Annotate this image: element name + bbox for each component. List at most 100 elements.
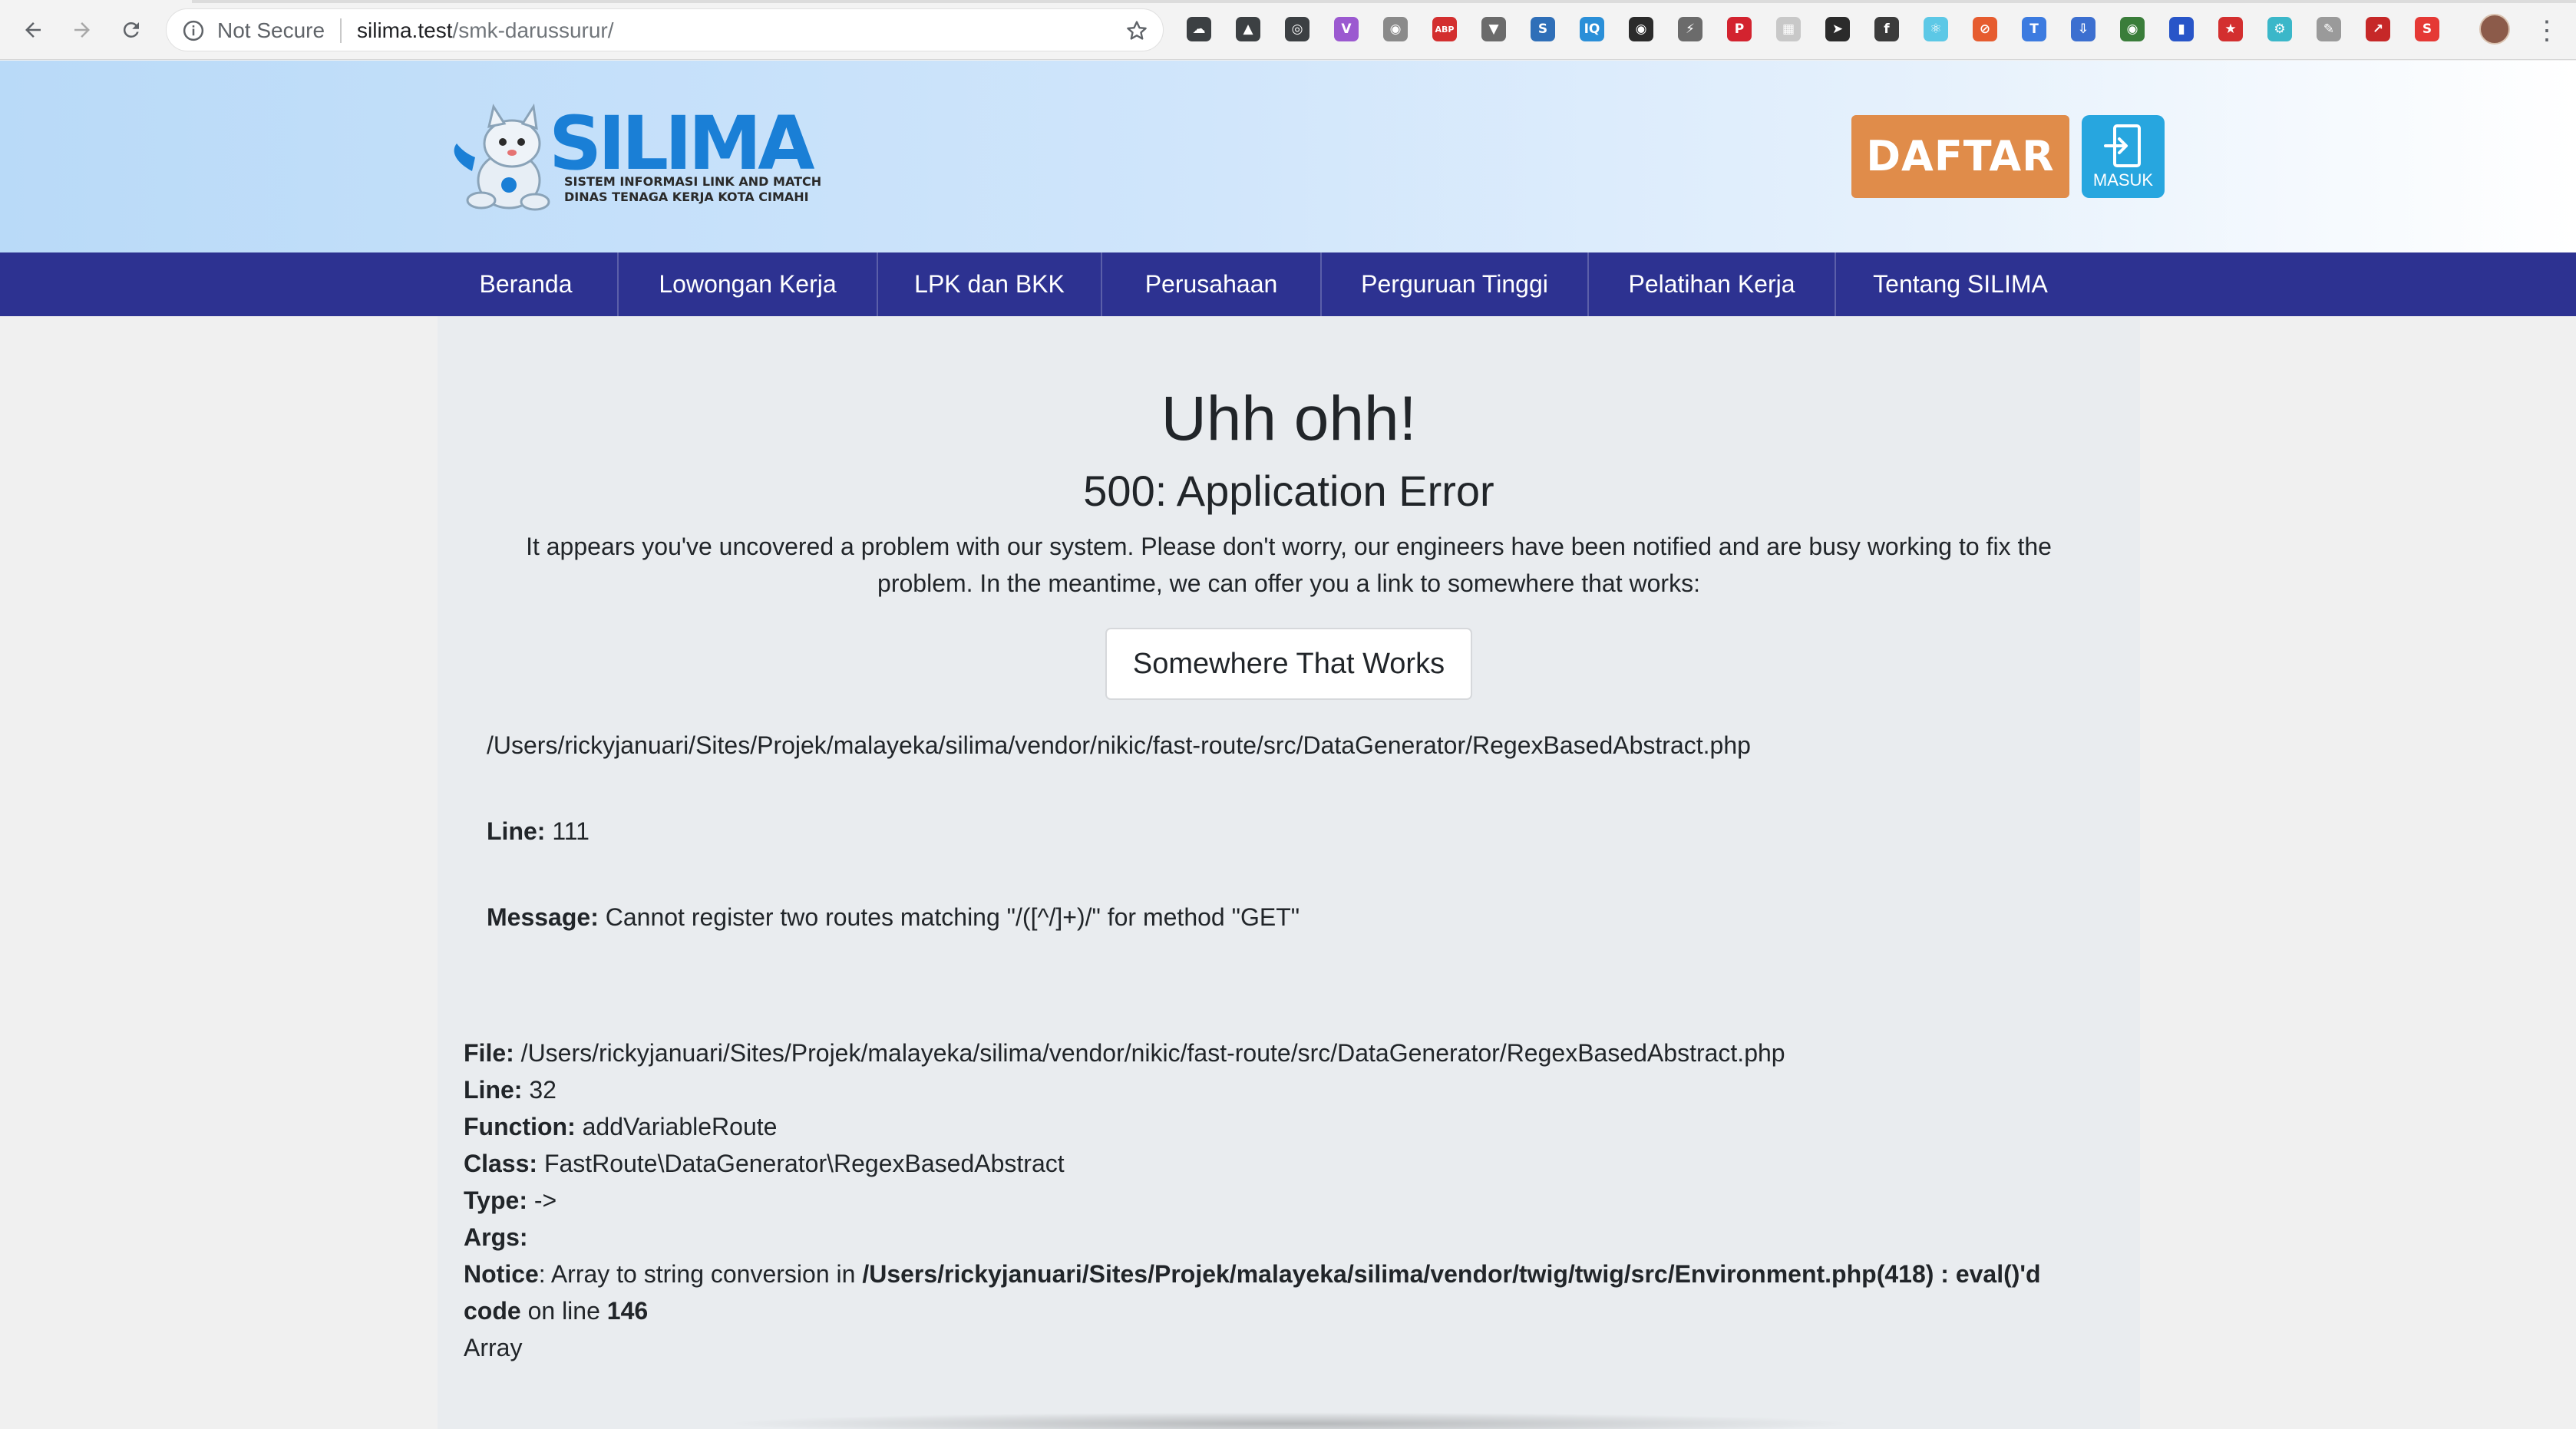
info-icon[interactable]: [182, 19, 205, 42]
block-ext-icon[interactable]: ⊘: [1973, 17, 1997, 41]
gear-ext-icon[interactable]: ⚙: [2267, 17, 2292, 41]
vue-devtools-icon[interactable]: ▼: [1481, 17, 1506, 41]
trace-type: Type: ->: [464, 1182, 2041, 1219]
trace-class: Class: FastRoute\DataGenerator\RegexBase…: [464, 1145, 2041, 1182]
trace-class-value: FastRoute\DataGenerator\RegexBasedAbstra…: [543, 1150, 1065, 1177]
omnibox-divider: [340, 18, 342, 43]
profile-avatar[interactable]: [2479, 14, 2510, 45]
notice-path: /Users/rickyjanuari/Sites/Projek/malayek…: [862, 1260, 2041, 1288]
site-header: SILIMA SISTEM INFORMASI LINK AND MATCH D…: [0, 61, 2576, 252]
trace-file-label: File:: [464, 1039, 514, 1067]
error-message-value: Cannot register two routes matching "/([…: [605, 903, 1300, 931]
trace-args: Args:: [464, 1219, 2041, 1256]
silima-logo[interactable]: SILIMA SISTEM INFORMASI LINK AND MATCH D…: [449, 101, 833, 216]
notice-line: 146: [606, 1297, 649, 1325]
star-badge-ext-icon[interactable]: ★: [2218, 17, 2243, 41]
trace-function-value: addVariableRoute: [582, 1113, 778, 1140]
nav-item-pelatihan-kerja[interactable]: Pelatihan Kerja: [1589, 252, 1835, 316]
reload-button[interactable]: [112, 11, 150, 49]
vivaldi-ext-icon[interactable]: V: [1334, 17, 1359, 41]
error-line: Line: 111: [487, 813, 590, 850]
lightning-ext-icon[interactable]: ⚡: [1678, 17, 1702, 41]
mascot-icon: [454, 103, 550, 211]
notice-text: : Array to string conversion in: [538, 1260, 863, 1288]
forward-button[interactable]: [63, 11, 101, 49]
adblock-plus-icon[interactable]: ABP: [1432, 17, 1457, 41]
grid-ext-icon[interactable]: ▦: [1776, 17, 1801, 41]
logo-subtitle: SISTEM INFORMASI LINK AND MATCH DINAS TE…: [564, 174, 822, 204]
trace-file-value: /Users/rickyjanuari/Sites/Projek/malayek…: [520, 1039, 1785, 1067]
download-ext-icon[interactable]: ⇩: [2071, 17, 2095, 41]
nav-item-tentang-silima[interactable]: Tentang SILIMA: [1836, 252, 2085, 316]
color-picker-icon[interactable]: ◉: [2120, 17, 2145, 41]
notice-code: code: [464, 1297, 521, 1325]
back-button[interactable]: [14, 11, 52, 49]
daftar-button[interactable]: DAFTAR: [1851, 115, 2069, 198]
trace-class-label: Class:: [464, 1150, 538, 1177]
reload-icon: [123, 21, 139, 38]
trace-args-label: Args:: [464, 1223, 528, 1251]
error-line-value: 111: [552, 817, 590, 845]
trace-line-label: Line:: [464, 1076, 523, 1104]
trace-type-label: Type:: [464, 1186, 527, 1214]
error-message-label: Message:: [487, 903, 599, 931]
nav-item-lpk-bkk[interactable]: LPK dan BKK: [878, 252, 1101, 316]
trace-function: Function: addVariableRoute: [464, 1108, 2041, 1145]
trace-function-label: Function:: [464, 1113, 576, 1140]
trace-notice: Notice: Array to string conversion in /U…: [464, 1256, 2041, 1292]
trace-array: Array: [464, 1334, 523, 1361]
trace-file: File: /Users/rickyjanuari/Sites/Projek/m…: [464, 1035, 2041, 1071]
masuk-label: MASUK: [2092, 170, 2154, 190]
address-bar[interactable]: Not Secure silima.test/smk-darussurur/: [166, 8, 1164, 51]
logo-wordmark: SILIMA: [549, 101, 815, 186]
url-host: silima.test: [357, 18, 453, 42]
translate-ext-icon[interactable]: T: [2022, 17, 2046, 41]
error-title: Uhh ohh!: [1161, 384, 1417, 454]
nav-item-beranda[interactable]: Beranda: [456, 252, 596, 316]
facebook-ext-icon[interactable]: f: [1874, 17, 1899, 41]
pinterest-icon[interactable]: P: [1727, 17, 1752, 41]
somewhere-that-works-button[interactable]: Somewhere That Works: [1105, 628, 1472, 700]
notice-online: on line: [520, 1297, 607, 1325]
url-path: /smk-darussurur/: [452, 18, 614, 42]
trace-line-value: 32: [529, 1076, 556, 1104]
iq-ext-icon[interactable]: IQ: [1580, 17, 1604, 41]
pdf-ext-icon[interactable]: ↗: [2366, 17, 2390, 41]
error-line-label: Line:: [487, 817, 546, 845]
drive-ext-icon[interactable]: ▲: [1236, 17, 1260, 41]
error-file-path: /Users/rickyjanuari/Sites/Projek/malayek…: [487, 731, 1751, 759]
notice-label: Notice: [464, 1260, 539, 1288]
url-text[interactable]: silima.test/smk-darussurur/: [357, 20, 614, 41]
opera-ext-icon[interactable]: ◎: [1285, 17, 1309, 41]
nav-item-perusahaan[interactable]: Perusahaan: [1102, 252, 1320, 316]
security-label[interactable]: Not Secure: [217, 20, 325, 41]
cloud-ext-icon[interactable]: ☁: [1187, 17, 1211, 41]
error-message: It appears you've uncovered a problem wi…: [526, 533, 2052, 597]
bookmark-ext-icon[interactable]: ▮: [2169, 17, 2194, 41]
screenshot-ext-icon[interactable]: S: [1531, 17, 1555, 41]
browser-menu-button[interactable]: ⋮: [2533, 15, 2561, 46]
note-ext-icon[interactable]: ✎: [2317, 17, 2341, 41]
tab-strip: [0, 0, 2576, 3]
nav-item-lowongan-kerja[interactable]: Lowongan Kerja: [619, 252, 877, 316]
stack-trace: File: /Users/rickyjanuari/Sites/Projek/m…: [464, 1035, 2041, 1366]
browser-toolbar: Not Secure silima.test/smk-darussurur/ ☁…: [0, 0, 2576, 60]
arrow-left-icon: [25, 22, 41, 38]
panel-shadow: [722, 1412, 1858, 1429]
error-detail: Message: Cannot register two routes matc…: [487, 899, 1300, 936]
arrow-right-icon: [74, 22, 90, 38]
camera-ext-icon[interactable]: ◉: [1383, 17, 1408, 41]
main-nav: Beranda Lowongan Kerja LPK dan BKK Perus…: [0, 252, 2576, 316]
masuk-button[interactable]: MASUK: [2082, 115, 2165, 198]
s-ext-icon[interactable]: S: [2415, 17, 2439, 41]
pointer-ext-icon[interactable]: ➤: [1825, 17, 1850, 41]
trace-notice-cont: code on line 146: [464, 1292, 2041, 1329]
incognito-ext-icon[interactable]: ◉: [1629, 17, 1653, 41]
nav-item-perguruan-tinggi[interactable]: Perguruan Tinggi: [1322, 252, 1587, 316]
trace-line: Line: 32: [464, 1071, 2041, 1108]
trace-type-value: ->: [533, 1186, 557, 1214]
bookmark-star-icon[interactable]: [1125, 18, 1149, 43]
login-door-icon: [2104, 124, 2141, 167]
error-subtitle: 500: Application Error: [1083, 467, 1494, 515]
react-devtools-icon[interactable]: ⚛: [1924, 17, 1948, 41]
